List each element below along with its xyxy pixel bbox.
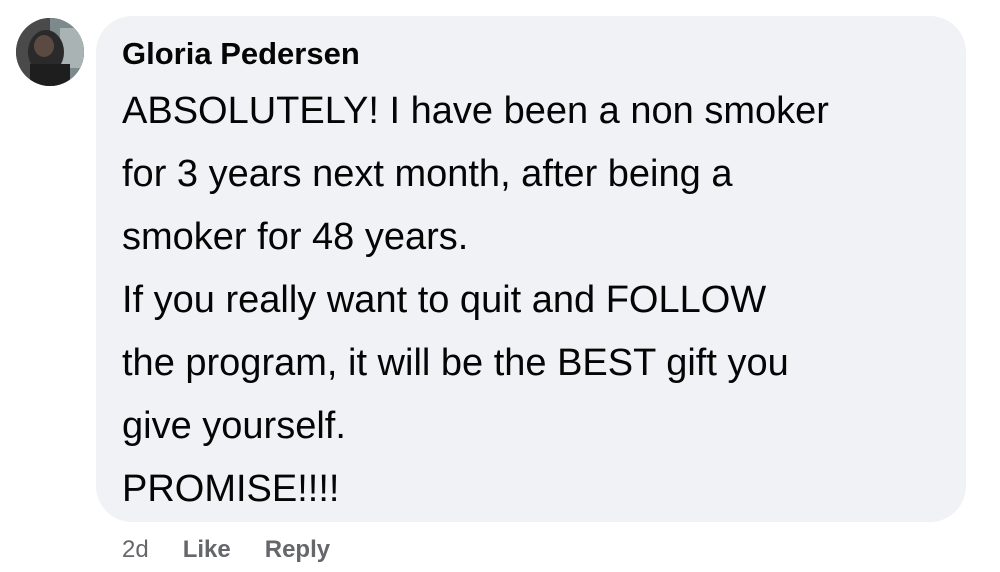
comment-text-line: give yourself. xyxy=(122,405,346,447)
comment-author[interactable]: Gloria Pedersen xyxy=(122,34,940,74)
avatar-photo-icon xyxy=(16,18,84,86)
like-button[interactable]: Like xyxy=(183,534,231,566)
comment-timestamp[interactable]: 2d xyxy=(122,534,149,566)
comment-text-line: ABSOLUTELY! I have been a non smoker xyxy=(122,90,829,132)
comment-text-line: PROMISE!!!! xyxy=(122,468,340,510)
avatar[interactable] xyxy=(16,18,84,86)
comment-actions: 2d Like Reply xyxy=(122,534,330,566)
comment-text-line: If you really want to quit and FOLLOW xyxy=(122,279,767,321)
comment-text: ABSOLUTELY! I have been a non smoker for… xyxy=(122,80,940,521)
comment-text-line: smoker for 48 years. xyxy=(122,216,469,258)
reply-button[interactable]: Reply xyxy=(265,534,330,566)
comment: Gloria Pedersen ABSOLUTELY! I have been … xyxy=(0,0,1000,572)
comment-bubble: Gloria Pedersen ABSOLUTELY! I have been … xyxy=(96,16,966,522)
comment-text-line: for 3 years next month, after being a xyxy=(122,153,733,195)
comment-text-line: the program, it will be the BEST gift yo… xyxy=(122,342,789,384)
